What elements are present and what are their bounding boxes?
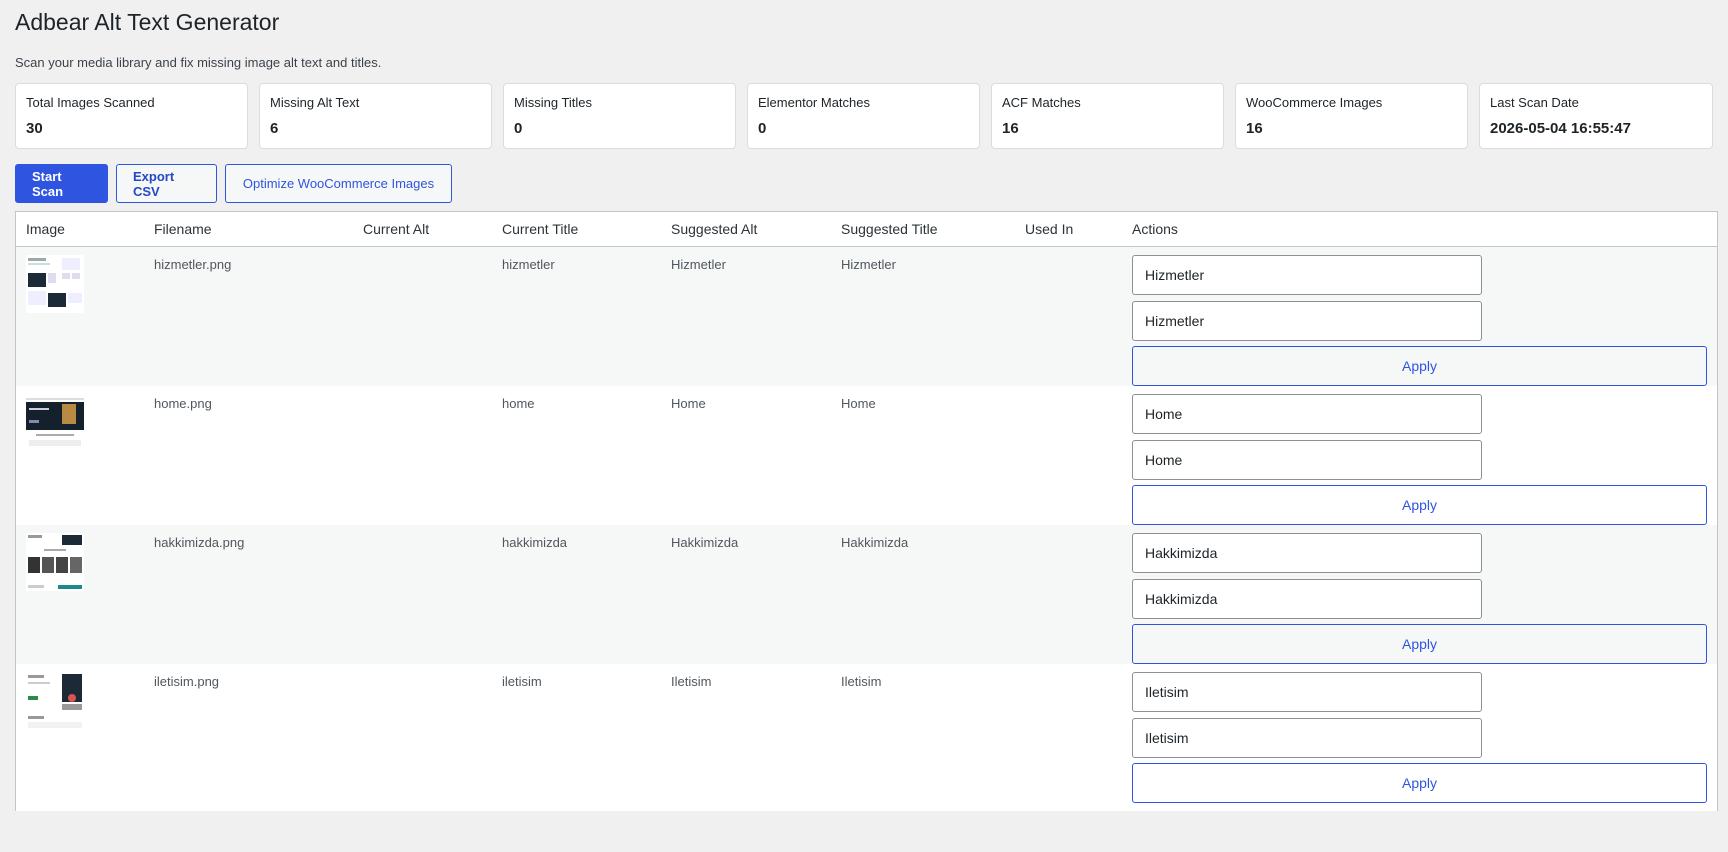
image-thumbnail[interactable]: [26, 255, 84, 313]
cell-filename: hizmetler.png: [144, 246, 353, 386]
title-input[interactable]: [1132, 301, 1482, 341]
start-scan-button[interactable]: Start Scan: [15, 164, 108, 203]
alt-text-input[interactable]: [1132, 255, 1482, 295]
stat-label: WooCommerce Images: [1246, 95, 1383, 110]
cell-used-in: [1015, 664, 1122, 803]
stat-label: Last Scan Date: [1490, 95, 1579, 110]
cell-suggested-alt: Hakkimizda: [661, 525, 831, 664]
toolbar: Start Scan Export CSV Optimize WooCommer…: [15, 164, 1718, 203]
export-csv-button[interactable]: Export CSV: [116, 164, 217, 203]
table-header-row: Image Filename Current Alt Current Title…: [16, 212, 1717, 247]
stat-value: 0: [758, 120, 767, 137]
stat-card-acf-matches: ACF Matches 16: [991, 83, 1224, 149]
apply-button[interactable]: Apply: [1132, 763, 1707, 803]
cell-filename: hakkimizda.png: [144, 525, 353, 664]
column-header-suggested-alt: Suggested Alt: [661, 212, 831, 247]
stat-card-missing-titles: Missing Titles 0: [503, 83, 736, 149]
images-table-container: Image Filename Current Alt Current Title…: [15, 211, 1718, 811]
cell-actions: Apply: [1122, 664, 1717, 803]
cell-current-alt: [353, 664, 492, 803]
table-row: home.png home Home Home Apply: [16, 386, 1717, 525]
cell-suggested-title: Home: [831, 386, 1015, 525]
cell-actions: Apply: [1122, 525, 1717, 664]
cell-current-title: iletisim: [492, 664, 661, 803]
stat-value: 6: [270, 120, 279, 137]
stat-value: 16: [1002, 120, 1019, 137]
cell-current-alt: [353, 246, 492, 386]
alt-text-input[interactable]: [1132, 672, 1482, 712]
table-row: hizmetler.png hizmetler Hizmetler Hizmet…: [16, 246, 1717, 386]
thumbnail-preview-icon: [26, 672, 84, 730]
column-header-suggested-title: Suggested Title: [831, 212, 1015, 247]
image-thumbnail[interactable]: [26, 533, 84, 591]
cell-actions: Apply: [1122, 386, 1717, 525]
column-header-current-title: Current Title: [492, 212, 661, 247]
cell-suggested-title: Hizmetler: [831, 246, 1015, 386]
stat-label: Missing Alt Text: [270, 95, 360, 110]
stat-value: 30: [26, 120, 43, 137]
apply-button[interactable]: Apply: [1132, 346, 1707, 386]
page-subtitle: Scan your media library and fix missing …: [15, 55, 382, 70]
stat-label: ACF Matches: [1002, 95, 1081, 110]
cell-current-title: home: [492, 386, 661, 525]
stat-label: Missing Titles: [514, 95, 593, 110]
stat-card-last-scan-date: Last Scan Date 2026-05-04 16:55:47: [1479, 83, 1713, 149]
cell-used-in: [1015, 525, 1122, 664]
stat-card-woocommerce-images: WooCommerce Images 16: [1235, 83, 1468, 149]
title-input[interactable]: [1132, 718, 1482, 758]
table-row: hakkimizda.png hakkimizda Hakkimizda Hak…: [16, 525, 1717, 664]
images-table: Image Filename Current Alt Current Title…: [16, 212, 1717, 803]
optimize-woocommerce-button[interactable]: Optimize WooCommerce Images: [225, 164, 452, 203]
cell-filename: home.png: [144, 386, 353, 525]
cell-current-alt: [353, 386, 492, 525]
column-header-used-in: Used In: [1015, 212, 1122, 247]
alt-text-input[interactable]: [1132, 394, 1482, 434]
thumbnail-preview-icon: [26, 255, 84, 313]
stat-value: 0: [514, 120, 523, 137]
column-header-actions: Actions: [1122, 212, 1717, 247]
alt-text-input[interactable]: [1132, 533, 1482, 573]
page-title: Adbear Alt Text Generator: [15, 9, 280, 35]
stats-row: Total Images Scanned 30 Missing Alt Text…: [15, 83, 1718, 149]
plugin-page: Adbear Alt Text Generator Scan your medi…: [0, 0, 1728, 811]
column-header-filename: Filename: [144, 212, 353, 247]
cell-suggested-title: Hakkimizda: [831, 525, 1015, 664]
title-input[interactable]: [1132, 440, 1482, 480]
cell-suggested-title: Iletisim: [831, 664, 1015, 803]
cell-actions: Apply: [1122, 246, 1717, 386]
stat-card-total-images: Total Images Scanned 30: [15, 83, 248, 149]
cell-suggested-alt: Home: [661, 386, 831, 525]
apply-button[interactable]: Apply: [1132, 485, 1707, 525]
stat-value: 2026-05-04 16:55:47: [1490, 120, 1631, 137]
thumbnail-preview-icon: [26, 533, 84, 591]
stat-label: Total Images Scanned: [26, 95, 155, 110]
cell-current-alt: [353, 525, 492, 664]
stat-value: 16: [1246, 120, 1263, 137]
cell-suggested-alt: Hizmetler: [661, 246, 831, 386]
cell-used-in: [1015, 246, 1122, 386]
cell-suggested-alt: Iletisim: [661, 664, 831, 803]
stat-card-elementor-matches: Elementor Matches 0: [747, 83, 980, 149]
stat-card-missing-alt: Missing Alt Text 6: [259, 83, 492, 149]
cell-filename: iletisim.png: [144, 664, 353, 803]
cell-current-title: hizmetler: [492, 246, 661, 386]
title-input[interactable]: [1132, 579, 1482, 619]
image-thumbnail[interactable]: [26, 672, 84, 730]
cell-used-in: [1015, 386, 1122, 525]
apply-button[interactable]: Apply: [1132, 624, 1707, 664]
column-header-image: Image: [16, 212, 144, 247]
image-thumbnail[interactable]: [26, 394, 84, 452]
column-header-current-alt: Current Alt: [353, 212, 492, 247]
cell-current-title: hakkimizda: [492, 525, 661, 664]
table-row: iletisim.png iletisim Iletisim Iletisim …: [16, 664, 1717, 803]
stat-label: Elementor Matches: [758, 95, 870, 110]
thumbnail-preview-icon: [26, 394, 84, 452]
